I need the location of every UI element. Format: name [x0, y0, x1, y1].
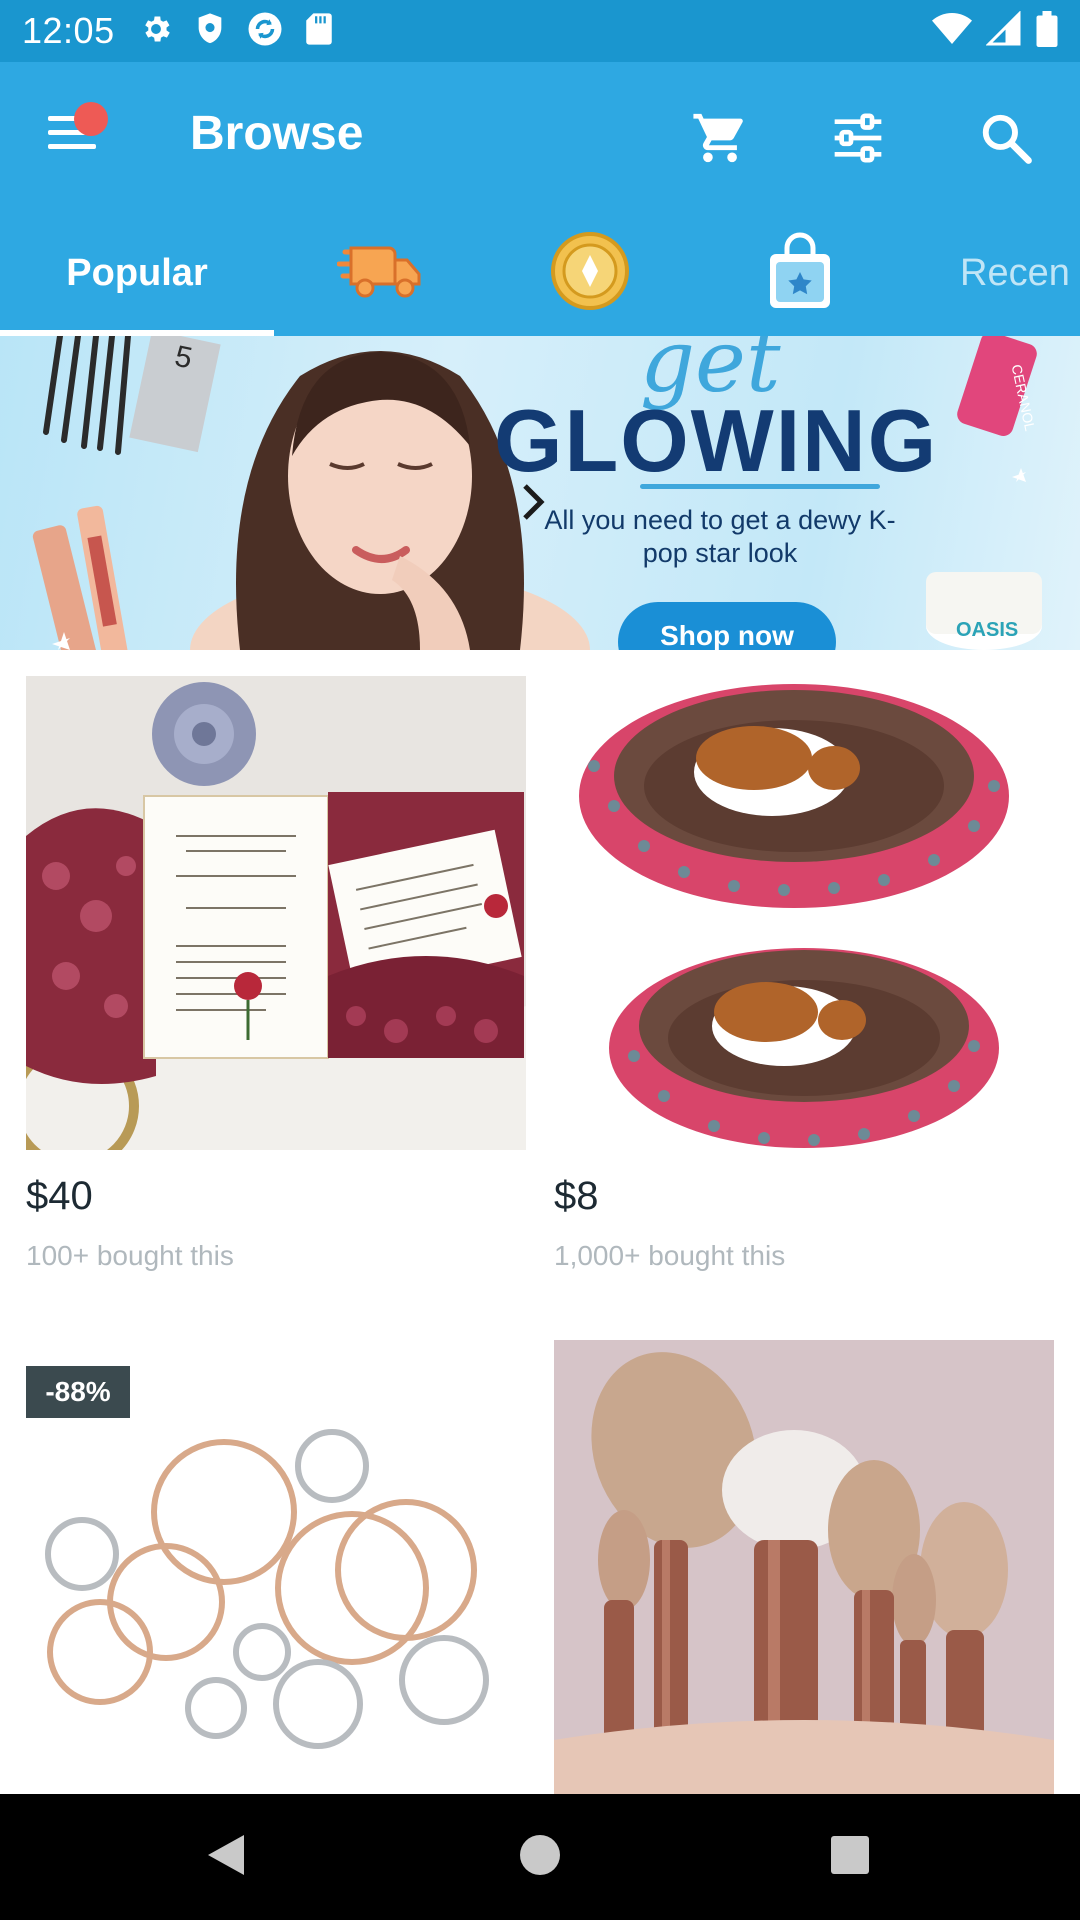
- screen: 12:05 Browse Popular Recen 5 CERANOL OAS…: [0, 0, 1080, 1920]
- tab-popular-label: Popular: [66, 251, 208, 294]
- notification-dot: [74, 102, 108, 136]
- status-icons-right: [932, 9, 1058, 52]
- banner-label-oasis: OASIS: [956, 619, 1018, 641]
- tab-local-shops[interactable]: [740, 210, 860, 336]
- cell-signal-icon: [985, 9, 1022, 52]
- promo-banner[interactable]: 5 CERANOL OASIS get GLOWING All you need…: [0, 336, 1080, 650]
- tab-rewards[interactable]: [530, 210, 650, 336]
- banner-subtitle: All you need to get a dewy K-pop star lo…: [544, 505, 896, 568]
- search-icon: [979, 111, 1033, 170]
- page-title: Browse: [190, 107, 364, 160]
- tab-recent[interactable]: Recen: [960, 210, 1080, 336]
- chevron-right-icon: [520, 482, 546, 527]
- banner-underline: [640, 484, 880, 489]
- product-card[interactable]: [554, 1340, 1054, 1794]
- product-bought-count: 100+ bought this: [26, 1240, 234, 1271]
- back-icon: [204, 1831, 248, 1884]
- shopping-bag-star-icon: [767, 232, 833, 315]
- filter-button[interactable]: [820, 102, 896, 178]
- app-bar: Browse: [0, 62, 1080, 210]
- sd-card-icon: [305, 12, 333, 51]
- battery-icon: [1036, 10, 1058, 52]
- product-card[interactable]: $40 100+ bought this: [26, 676, 526, 1276]
- cart-button[interactable]: [682, 102, 758, 178]
- product-card[interactable]: $8 1,000+ bought this: [554, 676, 1054, 1276]
- shield-icon: [195, 12, 225, 51]
- recents-button[interactable]: [810, 1824, 890, 1890]
- delivery-truck-icon: [336, 242, 423, 305]
- home-button[interactable]: [500, 1824, 580, 1890]
- shop-now-button[interactable]: Shop now: [618, 602, 836, 650]
- wifi-icon: [932, 12, 972, 51]
- product-bought-count: 1,000+ bought this: [554, 1240, 786, 1271]
- status-time: 12:05: [22, 10, 115, 51]
- home-icon: [518, 1833, 562, 1882]
- product-price: $8: [554, 1174, 599, 1218]
- cart-icon: [691, 109, 749, 172]
- status-bar: 12:05: [0, 0, 1080, 62]
- settings-icon: [139, 12, 173, 51]
- recents-icon: [829, 1834, 871, 1881]
- product-image-wedding-invitation: [26, 676, 526, 1150]
- search-button[interactable]: [968, 102, 1044, 178]
- tab-popular[interactable]: Popular: [0, 210, 274, 336]
- back-button[interactable]: [186, 1824, 266, 1890]
- product-image-pet-bed: [554, 676, 1054, 1150]
- banner-headline: GLOWING: [494, 391, 939, 490]
- category-tabs: Popular Recen: [0, 210, 1080, 336]
- tab-recent-label: Recen: [960, 251, 1070, 294]
- product-image-makeup-brushes: [554, 1340, 1054, 1794]
- discount-badge: -88%: [26, 1366, 130, 1418]
- filter-icon: [830, 110, 886, 171]
- gold-coin-icon: [550, 231, 630, 316]
- tab-fast-delivery[interactable]: [320, 210, 440, 336]
- system-nav-bar: [0, 1794, 1080, 1920]
- status-icons-left: [139, 11, 333, 52]
- product-price: $40: [26, 1174, 93, 1218]
- sync-icon: [247, 11, 283, 52]
